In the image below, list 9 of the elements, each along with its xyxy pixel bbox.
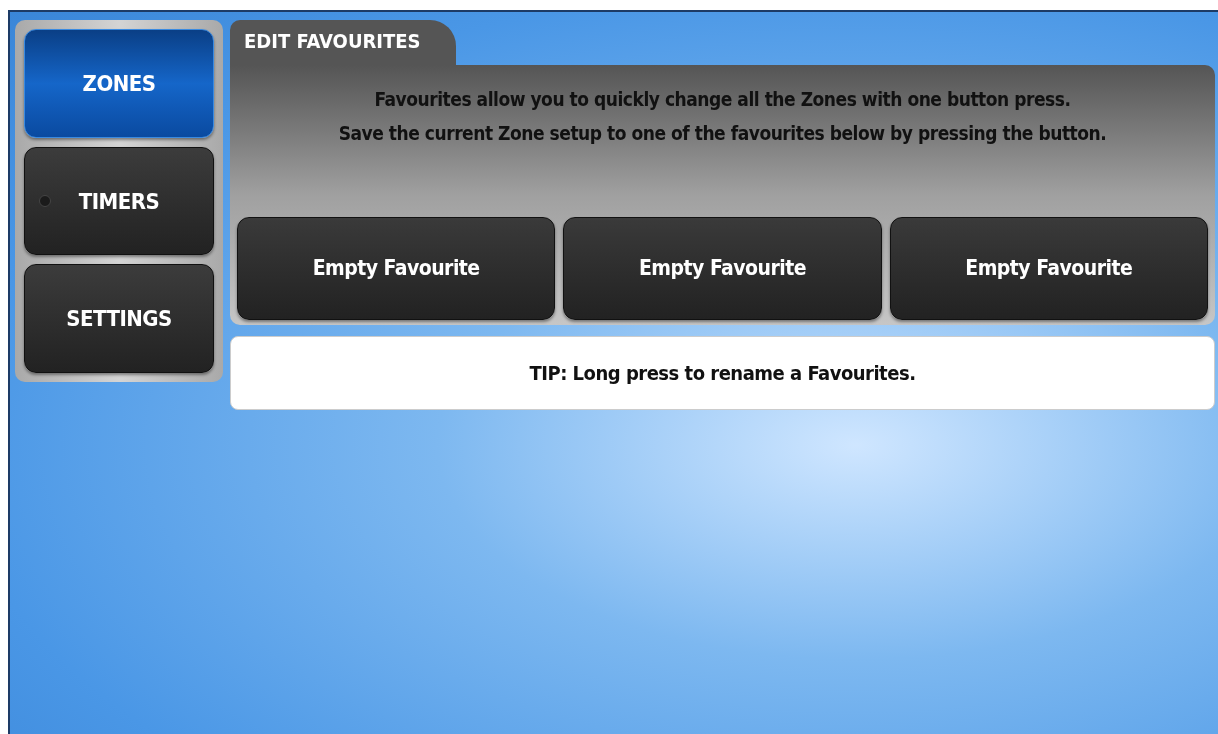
description-text: Save the current Zone setup to one of the favourites below by pressing the button. <box>338 120 1107 146</box>
favourite-button[interactable]: Empty Favourite <box>237 217 556 320</box>
description-text: Favourites allow you to quickly change all the Zones with one button press. <box>374 87 1071 112</box>
favourite-button[interactable]: Empty Favourite <box>889 217 1208 320</box>
sidebar-item[interactable]: SETTINGS <box>24 264 214 373</box>
sidebar-item[interactable]: ZONES <box>24 29 214 138</box>
tip-banner: TIP: Long press to rename a Favourites. <box>230 336 1215 410</box>
favourite-button[interactable]: Empty Favourite <box>563 217 882 320</box>
sidebar-item[interactable]: TIMERS <box>24 146 214 256</box>
